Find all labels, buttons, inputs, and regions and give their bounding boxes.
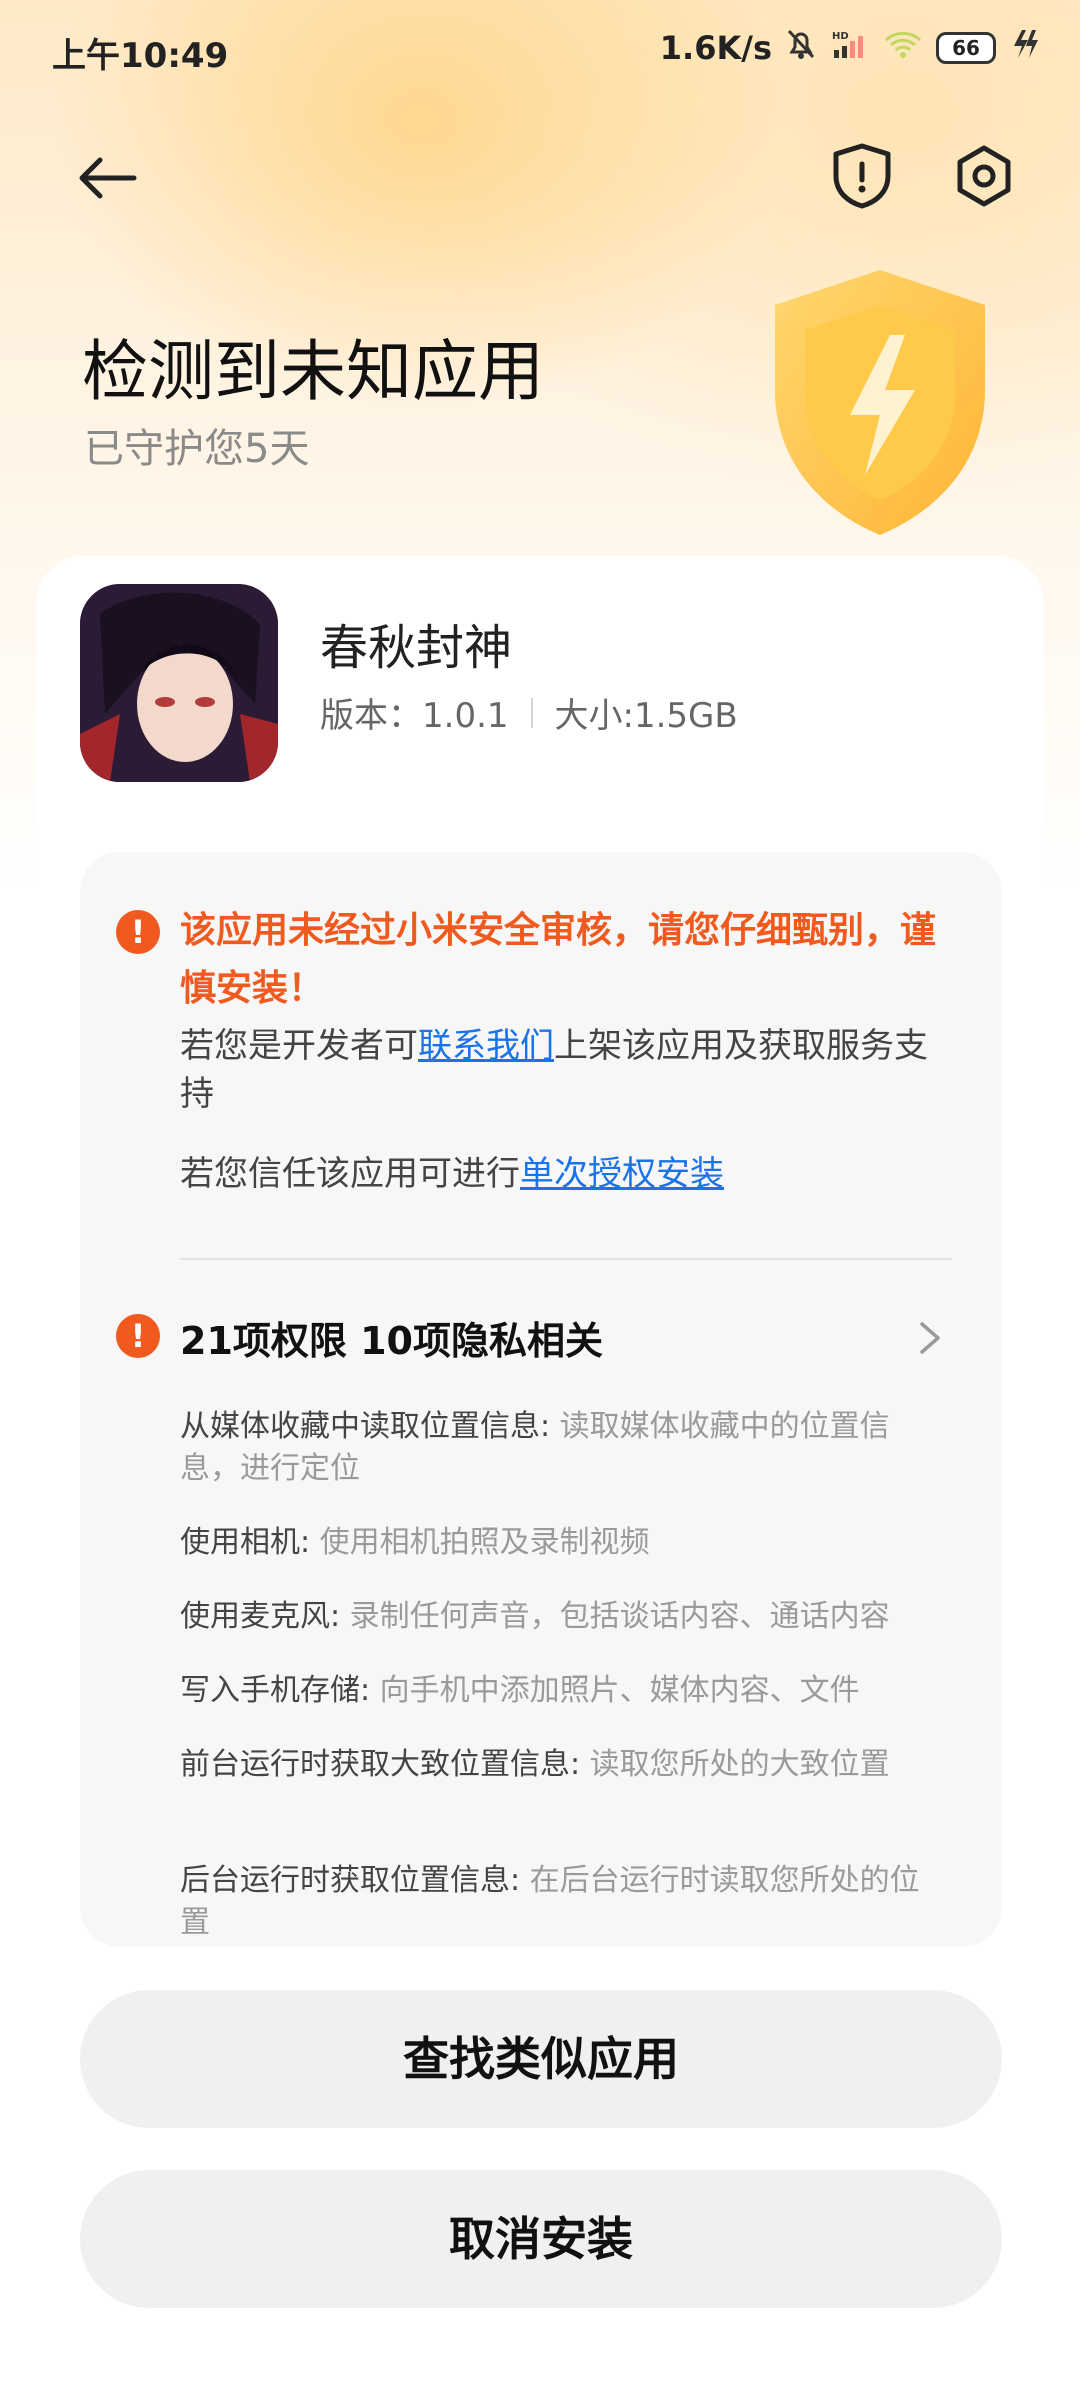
security-shield-button[interactable] [826, 140, 898, 212]
developer-contact-prefix: 若您是开发者可 [180, 1026, 418, 1066]
permission-name: 从媒体收藏中读取位置信息: [180, 1409, 551, 1444]
network-speed: 1.6K/s [659, 29, 772, 67]
meta-divider [530, 697, 533, 728]
developer-contact-text: 若您是开发者可联系我们上架该应用及获取服务支持 [180, 1022, 940, 1118]
page-subtitle: 已守护您5天 [84, 426, 310, 472]
warning-icon: ! [116, 910, 160, 954]
status-right: 1.6K/s HD 66 [660, 28, 1040, 68]
chevron-right-icon[interactable] [912, 1318, 948, 1358]
permission-item: 后台运行时获取位置信息: 在后台运行时读取您所处的位置 [180, 1860, 940, 1944]
permission-item: 写入手机存储: 向手机中添加照片、媒体内容、文件 [180, 1670, 940, 1712]
mute-bell-icon [786, 28, 816, 68]
permission-name: 使用麦克风: [180, 1599, 341, 1634]
status-bar: 上午10:49 1.6K/s HD 66 [0, 0, 1080, 100]
back-arrow-icon [79, 157, 137, 199]
charging-icon [1010, 28, 1040, 68]
app-icon [80, 584, 278, 782]
permission-item: 前台运行时获取大致位置信息: 读取您所处的大致位置 [180, 1744, 940, 1786]
permission-name: 前台运行时获取大致位置信息: [180, 1747, 581, 1782]
permissions-summary[interactable]: 21项权限 10项隐私相关 [180, 1310, 603, 1365]
permission-item: 使用相机: 使用相机拍照及录制视频 [180, 1522, 940, 1564]
contact-us-link[interactable]: 联系我们 [418, 1026, 554, 1066]
panel-divider [180, 1258, 952, 1260]
signal-icon: HD [830, 28, 870, 68]
trust-install-text: 若您信任该应用可进行单次授权安装 [180, 1150, 940, 1198]
permission-desc: 读取您所处的大致位置 [580, 1747, 890, 1782]
permission-desc: 录制任何声音，包括谈话内容、通话内容 [340, 1599, 890, 1634]
app-version: 版本：1.0.1 [320, 696, 509, 736]
permission-name: 写入手机存储: [180, 1673, 371, 1708]
shield-lightning-illustration [750, 250, 1010, 550]
warning-headline: 该应用未经过小米安全审核，请您仔细甄别，谨慎安装！ [180, 910, 937, 1009]
permission-desc: 使用相机拍照及录制视频 [310, 1525, 650, 1560]
app-size: 大小:1.5GB [554, 696, 738, 736]
permission-name: 使用相机: [180, 1525, 311, 1560]
gear-icon [957, 145, 1011, 207]
app-name: 春秋封神 [320, 620, 513, 676]
status-time: 上午10:49 [52, 36, 229, 76]
find-similar-apps-button[interactable]: 查找类似应用 [80, 1990, 1002, 2128]
page-title: 检测到未知应用 [82, 333, 544, 410]
app-meta: 版本：1.0.1 大小:1.5GB [320, 688, 738, 737]
settings-button[interactable] [948, 140, 1020, 212]
permission-desc: 向手机中添加照片、媒体内容、文件 [370, 1673, 860, 1708]
cancel-install-button[interactable]: 取消安装 [80, 2170, 1002, 2308]
permission-item: 使用麦克风: 录制任何声音，包括谈话内容、通话内容 [180, 1596, 940, 1638]
wifi-icon [884, 28, 922, 68]
permission-item: 从媒体收藏中读取位置信息: 读取媒体收藏中的位置信息，进行定位 [180, 1406, 940, 1490]
back-button[interactable] [74, 148, 144, 208]
permission-name: 后台运行时获取位置信息: [180, 1863, 521, 1898]
shield-alert-icon [833, 143, 891, 209]
permissions-warning-icon: ! [116, 1314, 160, 1358]
warning-panel: ! 该应用未经过小米安全审核，请您仔细甄别，谨慎安装！ 若您是开发者可联系我们上… [80, 852, 1002, 1947]
trust-install-prefix: 若您信任该应用可进行 [180, 1154, 520, 1194]
signal-hd-badge: HD [832, 31, 849, 42]
single-authorize-install-link[interactable]: 单次授权安装 [520, 1154, 724, 1194]
battery-indicator: 66 [936, 32, 996, 64]
